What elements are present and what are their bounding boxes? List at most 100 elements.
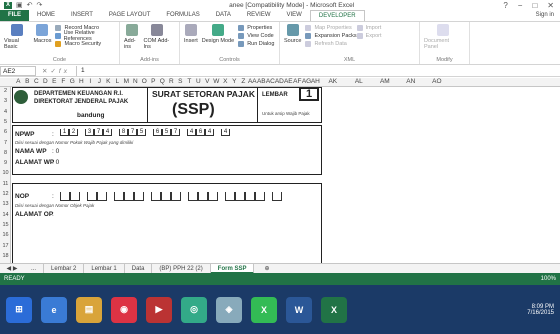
com-addins-button[interactable]: COM Add-Ins [144, 24, 171, 50]
tab-file[interactable]: FILE [0, 10, 29, 21]
insert-control-button[interactable]: Insert [184, 24, 198, 48]
nop-digit-box[interactable] [97, 192, 107, 201]
nop-digit-box[interactable] [70, 192, 80, 201]
refresh-data-button[interactable]: Refresh Data [305, 40, 356, 48]
redo-icon[interactable]: ↷ [37, 1, 43, 9]
sheet-nav-arrows-icon[interactable]: ◀ ▶ [0, 265, 24, 272]
row-header[interactable]: 14 [0, 212, 11, 218]
column-header[interactable]: J [95, 78, 104, 85]
npwp-digit-box[interactable]: 8 [119, 129, 128, 136]
nop-digit-box[interactable] [272, 192, 282, 201]
tab-formulas[interactable]: FORMULAS [158, 10, 207, 21]
column-header[interactable]: C [32, 78, 41, 85]
npwp-digit-box[interactable]: 7 [128, 129, 137, 136]
npwp-digit-box[interactable]: 4 [187, 129, 196, 136]
row-header[interactable]: 17 [0, 243, 11, 249]
npwp-digit-box[interactable]: 5 [137, 129, 146, 136]
row-header[interactable]: 16 [0, 232, 11, 238]
formula-input[interactable]: 1 [75, 65, 560, 76]
row-header[interactable]: 4 [0, 109, 11, 115]
sheet-tab-overflow[interactable]: ... [24, 263, 45, 274]
start-button-icon[interactable]: ⊞ [6, 296, 32, 323]
tab-data[interactable]: DATA [208, 10, 239, 21]
nop-digit-box[interactable] [245, 192, 255, 201]
nop-digit-box[interactable] [235, 192, 245, 201]
column-header[interactable]: U [194, 78, 203, 85]
column-header[interactable]: G [68, 78, 77, 85]
alamat-wp-value[interactable]: : 0 [52, 159, 59, 166]
column-header[interactable]: H [77, 78, 86, 85]
npwp-digit-box[interactable]: 3 [85, 129, 94, 136]
column-header[interactable]: AE [284, 78, 293, 85]
media-player-icon[interactable]: ▶ [146, 296, 172, 323]
column-header[interactable]: AC [266, 78, 275, 85]
column-header[interactable]: Z [239, 78, 248, 85]
zoom-level[interactable]: 100% [541, 276, 556, 282]
excel-active-icon[interactable]: X [321, 296, 347, 323]
tab-page-layout[interactable]: PAGE LAYOUT [101, 10, 158, 21]
tab-review[interactable]: REVIEW [239, 10, 279, 21]
npwp-digit-box[interactable]: 4 [205, 129, 214, 136]
view-code-button[interactable]: View Code [238, 32, 274, 40]
column-header[interactable]: Q [158, 78, 167, 85]
sheet-tab-data[interactable]: Data [125, 263, 153, 274]
document-panel-button[interactable]: Document Panel [424, 24, 461, 50]
help-button[interactable]: ? [503, 1, 507, 10]
column-header[interactable]: AF [293, 78, 302, 85]
nop-digit-box[interactable] [208, 192, 218, 201]
column-header[interactable]: T [185, 78, 194, 85]
nop-digit-box[interactable] [60, 192, 70, 201]
tab-view[interactable]: VIEW [279, 10, 310, 21]
app-icon[interactable]: ◈ [216, 296, 242, 323]
npwp-digit-box[interactable]: 4 [103, 129, 112, 136]
column-header[interactable]: E [50, 78, 59, 85]
nop-digit-box[interactable] [188, 192, 198, 201]
nop-digit-box[interactable] [87, 192, 97, 201]
export-button[interactable]: Export [356, 32, 382, 40]
column-header[interactable]: AN [398, 78, 424, 85]
nop-digit-box[interactable] [225, 192, 235, 201]
insert-function-icon[interactable]: ✕✓fx [36, 67, 76, 75]
column-header[interactable]: X [221, 78, 230, 85]
nama-wp-value[interactable]: : 0 [52, 148, 59, 155]
row-header[interactable]: 13 [0, 201, 11, 207]
lembar-value-cell[interactable]: 1 [299, 87, 319, 101]
row-header[interactable]: 15 [0, 222, 11, 228]
column-header[interactable]: B [23, 78, 32, 85]
column-header[interactable]: AO [424, 78, 450, 85]
close-button[interactable]: ✕ [547, 1, 554, 10]
row-header[interactable]: 3 [0, 98, 11, 104]
sign-in-link[interactable]: Sign in [536, 10, 560, 21]
column-header[interactable]: D [41, 78, 50, 85]
npwp-digit-box[interactable]: 7 [171, 129, 180, 136]
column-header[interactable]: I [86, 78, 95, 85]
npwp-digit-box[interactable]: 6 [196, 129, 205, 136]
column-header[interactable]: K [104, 78, 113, 85]
sheet-tab-form-ssp[interactable]: Form SSP [210, 263, 255, 274]
column-header[interactable]: AM [372, 78, 398, 85]
tab-developer[interactable]: DEVELOPER [309, 10, 365, 21]
nop-digit-box[interactable] [151, 192, 161, 201]
nop-digit-box[interactable] [114, 192, 124, 201]
undo-icon[interactable]: ↶ [27, 1, 33, 9]
properties-button[interactable]: Properties [238, 24, 274, 32]
sheet-tab-lembar-2[interactable]: Lembar 2 [44, 263, 85, 274]
visual-basic-button[interactable]: Visual Basic [4, 24, 29, 50]
row-header[interactable]: 12 [0, 191, 11, 197]
row-header[interactable]: 6 [0, 129, 11, 135]
excel-taskbar-icon[interactable]: X [251, 296, 277, 323]
run-dialog-button[interactable]: Run Dialog [238, 40, 274, 48]
row-header[interactable]: 9 [0, 160, 11, 166]
macros-button[interactable]: Macros [33, 24, 51, 50]
column-header[interactable]: AL [346, 78, 372, 85]
npwp-digit-box[interactable]: 1 [60, 129, 69, 136]
npwp-digit-box[interactable]: 2 [69, 129, 78, 136]
row-header[interactable]: 11 [0, 181, 11, 187]
npwp-digit-box[interactable]: 7 [94, 129, 103, 136]
tab-home[interactable]: HOME [29, 10, 63, 21]
map-properties-button[interactable]: Map Properties [305, 24, 356, 32]
column-header[interactable]: AD [275, 78, 284, 85]
row-header[interactable]: 18 [0, 253, 11, 259]
nop-digit-box[interactable] [198, 192, 208, 201]
row-header[interactable]: 8 [0, 150, 11, 156]
